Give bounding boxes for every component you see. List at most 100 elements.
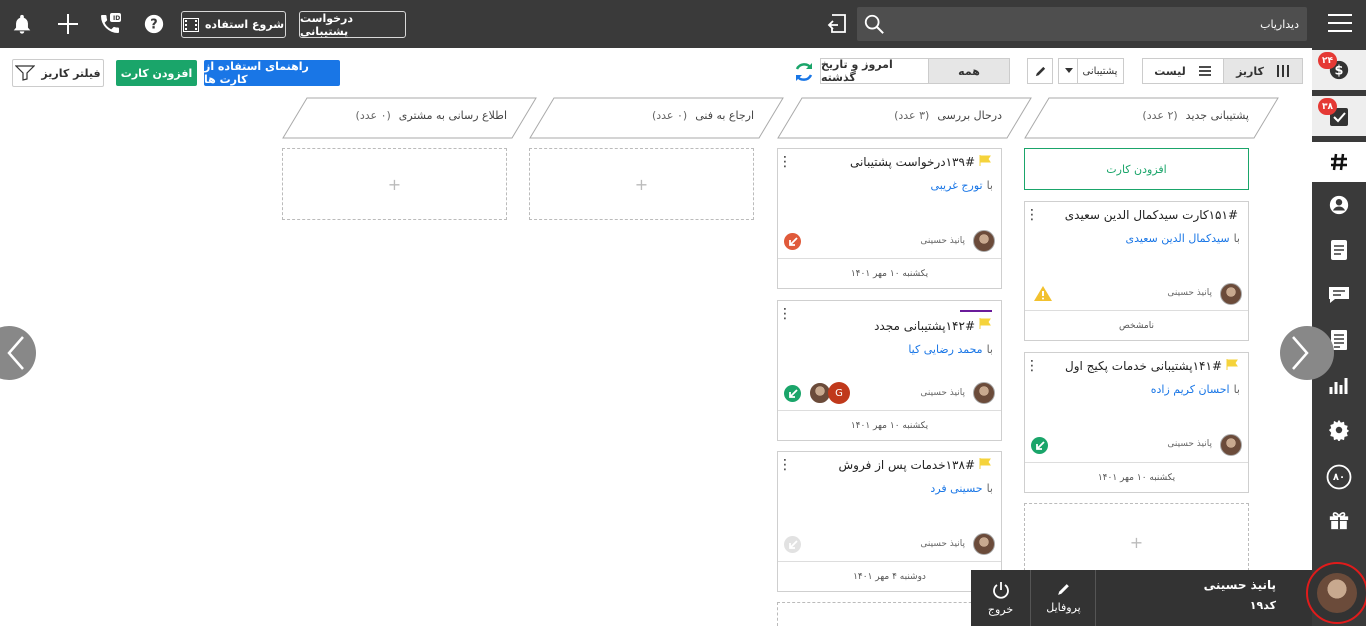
more-options-icon[interactable]: ⋮ <box>1025 359 1039 373</box>
profile-avatar[interactable] <box>1306 562 1366 624</box>
card-owner: پانیذ حسینی <box>920 236 965 246</box>
filter-today-tab[interactable]: امروز و تاریخ گذشته <box>820 58 929 84</box>
add-card-button[interactable]: افزودن کارت <box>116 60 197 86</box>
pipeline-select-value: پشتیبانی <box>1082 65 1118 77</box>
kanban-card[interactable]: ۱۳۹#درخواست پشتیبانی ⋮ باتورج غریبی پانی… <box>777 148 1002 289</box>
card-owner: پانیذ حسینی <box>1167 288 1212 298</box>
card-title: ۱۴۲#پشتیبانی مجدد <box>874 319 975 333</box>
edit-pipeline-button[interactable] <box>1027 58 1053 84</box>
column-header-customer-notify[interactable]: اطلاع رسانی به مشتری(۰ عدد) <box>282 97 537 139</box>
tasks-badge: ۳۸ <box>1318 98 1337 115</box>
notification-bell-icon[interactable] <box>8 10 36 38</box>
more-options-icon[interactable]: ⋮ <box>778 307 792 321</box>
card-title: ۱۵۱#کارت سیدکمال الدین سعیدی <box>1064 208 1238 222</box>
search-box[interactable] <box>857 7 1307 41</box>
column-title: ارجاع به فنی(۰ عدد) <box>651 109 754 122</box>
hashtag-icon <box>1331 153 1347 171</box>
card-contact: بامحمد رضایی کیا <box>908 343 993 356</box>
avatar <box>973 230 995 252</box>
chevron-left-icon <box>7 336 24 370</box>
svg-text:$: $ <box>1335 64 1344 79</box>
card-date: یکشنبه ۱۰ مهر ۱۴۰۱ <box>778 258 1001 288</box>
sidebar-item-gift[interactable] <box>1312 500 1366 540</box>
eighty-label: ۸۰ <box>1332 471 1346 483</box>
kanban-card[interactable]: ۱۵۱#کارت سیدکمال الدین سعیدی ⋮ باسیدکمال… <box>1024 201 1249 341</box>
card-title: ۱۴۱#پشتیبانی خدمات پکیج اول <box>1064 359 1222 373</box>
kanban-card[interactable]: ۱۴۱#پشتیبانی خدمات پکیج اول ⋮ بااحسان کر… <box>1024 352 1249 493</box>
card-contact: باتورج غریبی <box>930 179 993 192</box>
document-icon <box>1331 240 1347 260</box>
card-owner: پانیذ حسینی <box>1167 439 1212 449</box>
card-date: یکشنبه ۱۰ مهر ۱۴۰۱ <box>1025 462 1248 492</box>
incoming-arrow-icon <box>784 385 801 402</box>
flag-icon <box>979 318 991 329</box>
support-request-button[interactable]: درخواست پشتیبانی <box>299 11 406 38</box>
avatar <box>1220 283 1242 305</box>
flag-icon <box>1226 359 1238 370</box>
view-list-tab[interactable]: لیست <box>1142 58 1224 84</box>
help-question-icon[interactable]: ? <box>140 10 168 38</box>
view-kanban-tab[interactable]: کاریز <box>1223 58 1303 84</box>
more-options-icon[interactable]: ⋮ <box>778 458 792 472</box>
column-header-new-support[interactable]: پشتیبانی جدید(۲ عدد) <box>1024 97 1279 139</box>
profile-code: کد۱۹ <box>1249 599 1276 612</box>
avatar <box>973 382 995 404</box>
search-input[interactable] <box>889 7 1299 41</box>
filter-kanban-button[interactable]: فیلتر کاریز <box>12 59 104 87</box>
chevron-right-icon <box>1292 336 1309 370</box>
avatar <box>973 533 995 555</box>
scroll-right-arrow[interactable] <box>1280 326 1334 380</box>
chat-icon <box>1329 287 1349 303</box>
column-header-in-review[interactable]: درحال بررسی(۳ عدد) <box>777 97 1032 139</box>
sidebar-item-eighty[interactable]: ۸۰ <box>1312 457 1366 497</box>
phone-icon[interactable]: ID <box>96 10 124 38</box>
sidebar-item-chat[interactable] <box>1312 275 1366 315</box>
card-title: ۱۳۹#درخواست پشتیبانی <box>849 155 975 169</box>
support-request-label: درخواست پشتیبانی <box>300 11 354 38</box>
column-add-card-button[interactable]: افزودن کارت <box>1024 148 1249 190</box>
kanban-card[interactable]: ۱۴۲#پشتیبانی مجدد ⋮ بامحمد رضایی کیا G پ… <box>777 300 1002 441</box>
more-options-icon[interactable]: ⋮ <box>1025 208 1039 222</box>
incoming-arrow-icon <box>1031 437 1048 454</box>
report-chart-icon <box>1329 378 1348 394</box>
warning-icon <box>1034 286 1052 301</box>
kanban-toolbar: کاریز لیست پشتیبانی همه امروز و تاریخ گذ… <box>0 48 1310 96</box>
top-bar: ID ? شروع استفاده درخواست پشتیبانی <box>0 0 1366 48</box>
filter-kanban-label: فیلتر کاریز <box>41 66 101 80</box>
pipeline-select[interactable]: پشتیبانی <box>1058 58 1124 84</box>
kanban-card[interactable]: ۱۳۸#خدمات پس از فروش ⋮ باحسینی فرد پانیذ… <box>777 451 1002 592</box>
select-divider <box>1077 59 1078 83</box>
pencil-edit-icon <box>1035 66 1045 76</box>
column-add-card-label: افزودن کارت <box>1106 162 1167 176</box>
phone-id-badge: ID <box>113 15 121 22</box>
empty-card-slot[interactable]: + <box>529 148 754 220</box>
empty-card-slot[interactable]: + <box>282 148 507 220</box>
profile-button[interactable]: پروفایل <box>1032 570 1096 626</box>
hamburger-menu-icon[interactable] <box>1326 9 1354 37</box>
sidebar-item-tasks[interactable]: ۳۸ <box>1312 96 1366 136</box>
card-date: نامشخص <box>1025 310 1248 340</box>
profile-name: پانیذ حسینی <box>1203 578 1276 592</box>
sidebar-item-settings[interactable] <box>1312 410 1366 450</box>
card-title: ۱۳۸#خدمات پس از فروش <box>838 458 976 472</box>
sidebar-item-finance[interactable]: $ ۲۴ <box>1312 50 1366 90</box>
scroll-left-arrow[interactable] <box>0 326 36 380</box>
logout-button[interactable]: خروج <box>971 570 1031 626</box>
refresh-icon[interactable] <box>792 60 816 84</box>
column-header-tech-referral[interactable]: ارجاع به فنی(۰ عدد) <box>529 97 784 139</box>
add-plus-icon[interactable] <box>54 10 82 38</box>
sidebar-item-documents[interactable] <box>1312 230 1366 270</box>
start-usage-button[interactable]: شروع استفاده <box>181 11 286 38</box>
gift-icon <box>1329 512 1349 530</box>
filter-all-label: همه <box>958 64 980 78</box>
more-options-icon[interactable]: ⋮ <box>778 155 792 169</box>
search-icon[interactable] <box>863 13 885 35</box>
sidebar-item-contacts[interactable] <box>1312 185 1366 225</box>
empty-card-slot[interactable] <box>777 602 1002 626</box>
finance-badge: ۲۴ <box>1318 52 1337 69</box>
exit-window-icon[interactable] <box>822 10 850 38</box>
sidebar-item-hashtag[interactable] <box>1312 142 1366 182</box>
avatar <box>1317 573 1357 613</box>
filter-all-tab[interactable]: همه <box>928 58 1010 84</box>
cards-guide-button[interactable]: راهنمای استفاده از کارت ها <box>204 60 340 86</box>
